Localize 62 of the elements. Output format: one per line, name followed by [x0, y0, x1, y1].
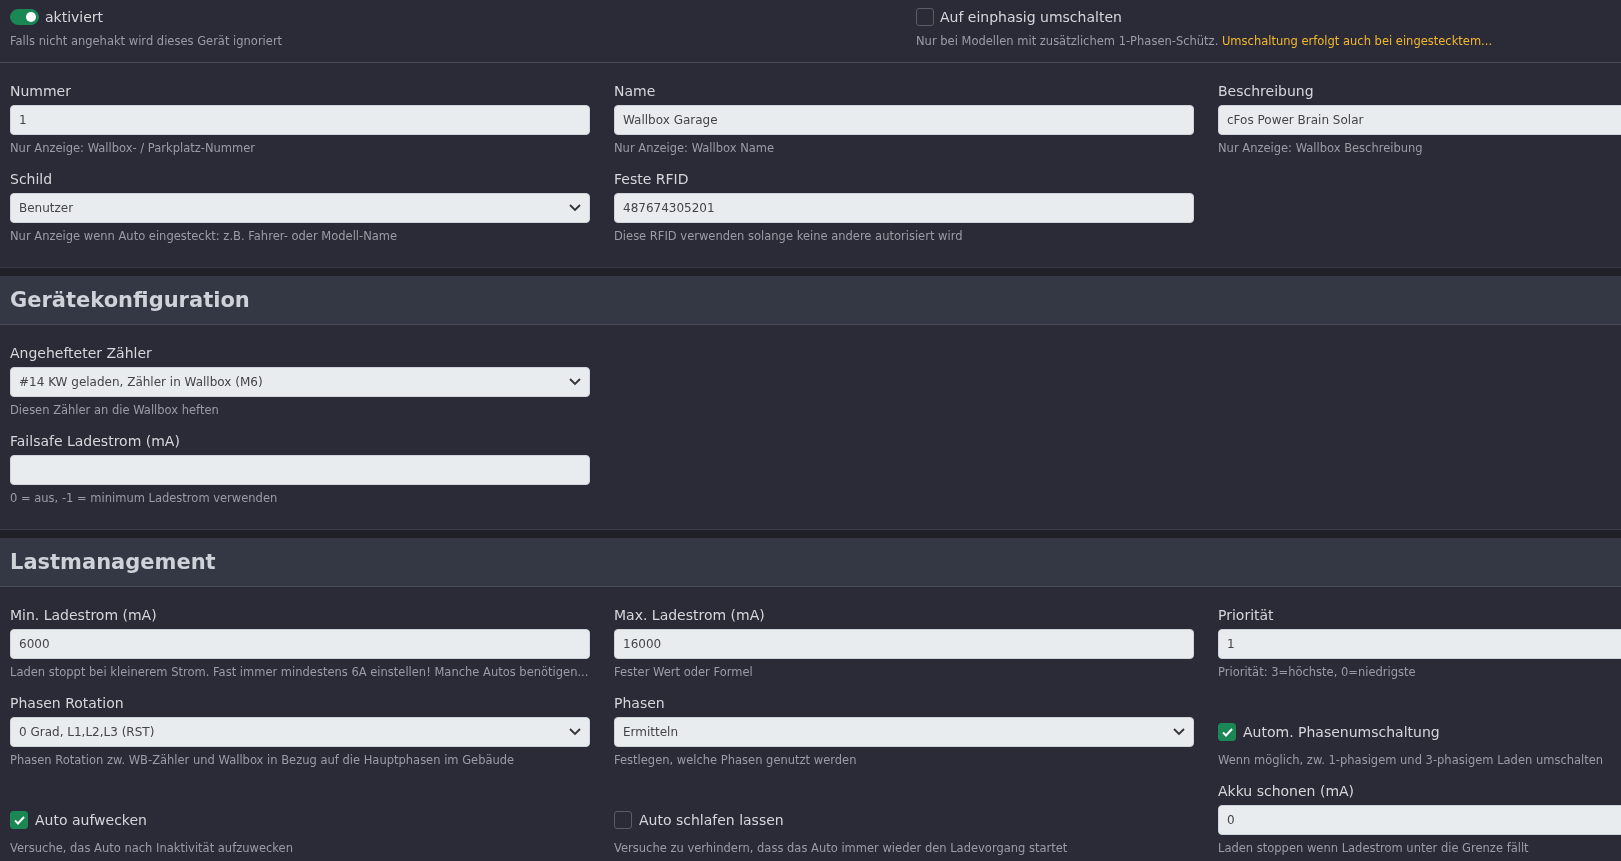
input-field[interactable]: 16000 [614, 629, 1194, 659]
field-label: Phasen Rotation [10, 694, 125, 713]
input-field[interactable]: Wallbox Garage [614, 105, 1194, 135]
input-field[interactable]: 1 [1218, 629, 1621, 659]
field-label: Beschreibung [1218, 82, 1315, 101]
chevron-down-icon [1173, 728, 1185, 736]
help-text: Falls nicht angehakt wird dieses Gerät ignoriert [10, 34, 284, 48]
help-text: Festlegen, welche Phasen genutzt werden [614, 753, 858, 767]
help-text: Fester Wert oder Formel [614, 665, 754, 679]
field-label: Phasen [614, 694, 666, 713]
checkbox[interactable] [10, 811, 28, 829]
chevron-down-icon [569, 204, 581, 212]
help-text: Priorität: 3=höchste, 0=niedrigste [1218, 665, 1417, 679]
field-label: Feste RFID [614, 170, 690, 189]
checkbox[interactable] [916, 8, 934, 26]
checkbox[interactable] [1218, 723, 1236, 741]
select-dropdown[interactable]: Ermitteln [614, 717, 1194, 747]
field-label: Nummer [10, 82, 72, 101]
option-label: aktiviert [45, 9, 104, 25]
option-label: Auf einphasig umschalten [940, 9, 1122, 25]
field-label: Akku schonen (mA) [1218, 782, 1356, 801]
help-text: Laden stoppt bei kleinerem Strom. Fast immer mindestens 6A einstellen! Manche Autos benötigen... [10, 665, 590, 679]
help-text: Versuche, das Auto nach Inaktivität aufzuwecken [10, 841, 294, 855]
checkbox[interactable] [614, 811, 632, 829]
help-text: Diesen Zähler an die Wallbox heften [10, 403, 220, 417]
checkbox-label: Auto schlafen lassen [639, 812, 784, 828]
section-header: Gerätekonfiguration [0, 276, 1621, 325]
help-text: Nur Anzeige: Wallbox- / Parkplatz-Nummer [10, 141, 257, 155]
field-label: Min. Ladestrom (mA) [10, 606, 158, 625]
toggle-switch[interactable] [10, 9, 39, 25]
input-field[interactable]: 487674305201 [614, 193, 1194, 223]
field-label: Priorität [1218, 606, 1275, 625]
select-dropdown[interactable]: 0 Grad, L1,L2,L3 (RST) [10, 717, 590, 747]
help-text: Versuche zu verhindern, dass das Auto immer wieder den Ladevorgang startet [614, 841, 1069, 855]
help-text: Nur Anzeige: Wallbox Beschreibung [1218, 141, 1424, 155]
field-label: Schild [10, 170, 54, 189]
chevron-down-icon [569, 378, 581, 386]
help-text: Diese RFID verwenden solange keine andere autorisiert wird [614, 229, 964, 243]
help-text: Nur Anzeige wenn Auto eingesteckt: z.B. Fahrer- oder Modell-Name [10, 229, 399, 243]
help-text: Nur bei Modellen mit zusätzlichem 1-Phasen-Schütz. Umschaltung erfolgt auch bei eingestecktem... [916, 34, 1494, 48]
select-dropdown[interactable]: Benutzer [10, 193, 590, 223]
checkbox-label: Autom. Phasenumschaltung [1243, 724, 1440, 740]
input-field[interactable]: 1 [10, 105, 590, 135]
field-label: Angehefteter Zähler [10, 344, 153, 363]
select-dropdown[interactable]: #14 KW geladen, Zähler in Wallbox (M6) [10, 367, 590, 397]
help-text: Laden stoppen wenn Ladestrom unter die Grenze fällt [1218, 841, 1530, 855]
input-field[interactable]: 6000 [10, 629, 590, 659]
input-field[interactable] [10, 455, 590, 485]
checkmark-icon [1221, 727, 1233, 737]
help-text: Phasen Rotation zw. WB-Zähler und Wallbox in Bezug auf die Hauptphasen im Gebäude [10, 753, 516, 767]
input-field[interactable]: cFos Power Brain Solar [1218, 105, 1621, 135]
help-text: 0 = aus, -1 = minimum Ladestrom verwenden [10, 491, 279, 505]
checkmark-icon [13, 815, 25, 825]
help-text: Nur Anzeige: Wallbox Name [614, 141, 776, 155]
chevron-down-icon [569, 728, 581, 736]
field-label: Failsafe Ladestrom (mA) [10, 432, 181, 451]
checkbox-label: Auto aufwecken [35, 812, 147, 828]
help-text: Wenn möglich, zw. 1-phasigem und 3-phasigem Laden umschalten [1218, 753, 1605, 767]
field-label: Name [614, 82, 657, 101]
section-header: Lastmanagement [0, 538, 1621, 587]
field-label: Max. Ladestrom (mA) [614, 606, 766, 625]
input-field[interactable]: 0 [1218, 805, 1621, 835]
